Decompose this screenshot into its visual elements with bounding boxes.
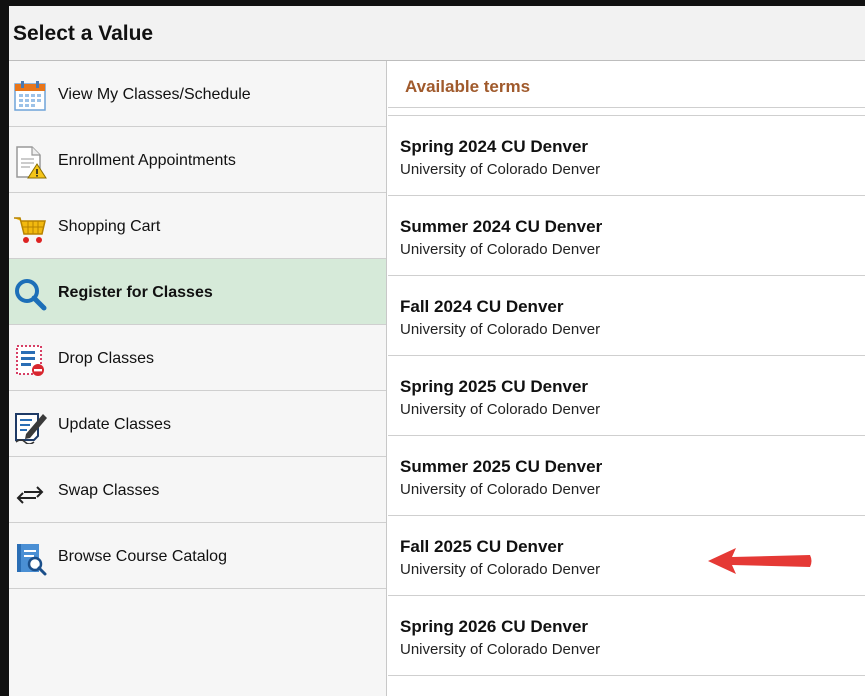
terms-panel: Available terms Spring 2024 CU Denver Un… <box>388 61 865 696</box>
term-row[interactable]: Spring 2025 CU Denver University of Colo… <box>388 356 865 436</box>
sidebar-item-drop-classes[interactable]: Drop Classes <box>9 325 386 391</box>
sidebar-item-label: Drop Classes <box>58 350 155 367</box>
sidebar: View My Classes/Schedule Enrollment Appo… <box>9 61 387 696</box>
term-row[interactable]: Spring 2024 CU Denver University of Colo… <box>388 116 865 196</box>
sidebar-item-browse-course-catalog[interactable]: Browse Course Catalog <box>9 523 386 589</box>
term-institution: University of Colorado Denver <box>400 241 601 258</box>
term-name: Spring 2024 CU Denver <box>400 137 589 156</box>
term-institution: University of Colorado Denver <box>400 481 601 498</box>
sidebar-item-label: View My Classes/Schedule <box>58 86 251 103</box>
sidebar-item-label: Update Classes <box>58 416 171 433</box>
terms-header: Available terms <box>388 61 865 108</box>
term-institution: University of Colorado Denver <box>400 641 601 658</box>
calendar-icon <box>14 81 46 111</box>
sidebar-item-view-my-classes[interactable]: View My Classes/Schedule <box>9 61 386 127</box>
term-row[interactable]: Spring 2026 CU Denver University of Colo… <box>388 596 865 676</box>
swap-arrows-icon <box>16 486 44 504</box>
search-icon <box>15 279 47 311</box>
sidebar-item-label: Shopping Cart <box>58 218 161 235</box>
term-row[interactable]: Summer 2025 CU Denver University of Colo… <box>388 436 865 516</box>
term-name: Fall 2025 CU Denver <box>400 537 564 556</box>
sidebar-item-register-for-classes[interactable]: Register for Classes <box>9 259 386 325</box>
catalog-search-icon <box>17 544 47 576</box>
term-row[interactable]: Summer 2024 CU Denver University of Colo… <box>388 196 865 276</box>
sidebar-item-label: Enrollment Appointments <box>58 152 236 169</box>
term-name: Spring 2026 CU Denver <box>400 617 589 636</box>
dialog-titlebar: Select a Value <box>9 6 865 61</box>
term-institution: University of Colorado Denver <box>400 401 601 418</box>
shopping-cart-icon <box>14 217 46 243</box>
term-name: Summer 2025 CU Denver <box>400 457 603 476</box>
term-institution: University of Colorado Denver <box>400 321 601 338</box>
term-institution: University of Colorado Denver <box>400 161 601 178</box>
terms-header-label: Available terms <box>405 77 531 96</box>
term-institution: University of Colorado Denver <box>400 561 601 578</box>
edit-document-icon <box>15 413 47 444</box>
sidebar-item-update-classes[interactable]: Update Classes <box>9 391 386 457</box>
term-name: Fall 2024 CU Denver <box>400 297 564 316</box>
sidebar-item-label: Browse Course Catalog <box>58 548 227 565</box>
term-name: Spring 2025 CU Denver <box>400 377 589 396</box>
sidebar-item-shopping-cart[interactable]: Shopping Cart <box>9 193 386 259</box>
drop-list-icon <box>16 345 44 376</box>
red-arrow-icon <box>708 548 812 574</box>
dialog-title: Select a Value <box>13 22 154 45</box>
term-row[interactable]: Fall 2024 CU Denver University of Colora… <box>388 276 865 356</box>
sidebar-item-label: Swap Classes <box>58 482 160 499</box>
document-warning-icon <box>16 146 47 179</box>
sidebar-item-swap-classes[interactable]: Swap Classes <box>9 457 386 523</box>
sidebar-item-label: Register for Classes <box>58 284 213 301</box>
sidebar-item-enrollment-appointments[interactable]: Enrollment Appointments <box>9 127 386 193</box>
term-name: Summer 2024 CU Denver <box>400 217 603 236</box>
